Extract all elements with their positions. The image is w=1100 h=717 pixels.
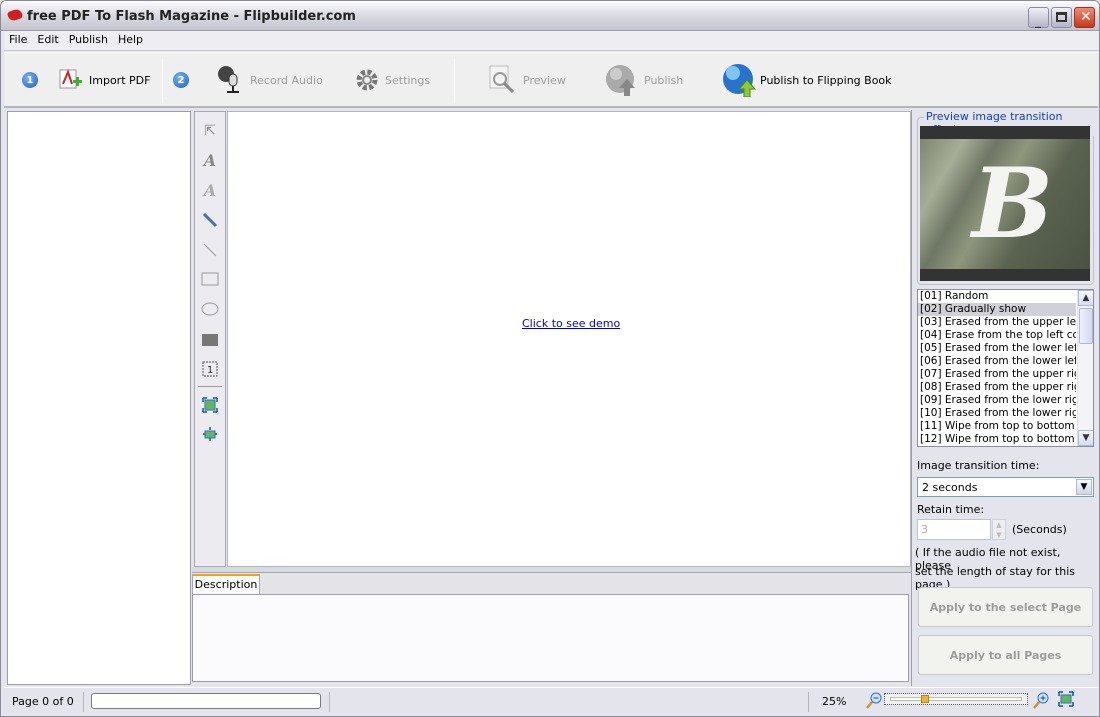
effect-list-item[interactable]: [02] Gradually show — [918, 303, 1076, 316]
zoom-out-icon[interactable] — [866, 691, 882, 709]
effect-list-item[interactable]: [12] Wipe from top to bottom an — [918, 433, 1076, 446]
app-window: free PDF To Flash Magazine - Flipbuilder… — [0, 0, 1100, 717]
minimize-button[interactable]: _ — [1028, 7, 1049, 28]
transition-time-label: Image transition time: — [917, 459, 1040, 472]
globe-upload-gray-icon — [606, 65, 635, 96]
scroll-thumb[interactable] — [1079, 308, 1093, 344]
preview-letter: B — [972, 147, 1054, 260]
main-area: ⇱ A A 1 Click to see demo Description Pr… — [4, 110, 1098, 686]
effect-list-item[interactable]: [08] Erased from the upper right — [918, 381, 1076, 394]
scroll-down-button[interactable]: ▼ — [1078, 430, 1093, 446]
effect-list-item[interactable]: [09] Erased from the lower right — [918, 394, 1076, 407]
menu-publish[interactable]: Publish — [64, 31, 113, 46]
transition-time-select[interactable]: 2 seconds ▼ — [917, 477, 1094, 497]
retain-time-spinner[interactable]: ▲ ▼ — [992, 519, 1006, 540]
tools-separator — [198, 386, 222, 387]
fit-page-icon[interactable] — [1058, 691, 1074, 709]
fit-image-icon[interactable] — [200, 395, 220, 415]
menu-help[interactable]: Help — [113, 31, 148, 46]
maximize-button[interactable] — [1051, 7, 1072, 28]
description-textarea[interactable] — [192, 594, 909, 682]
effect-list-item[interactable]: [07] Erased from the upper right — [918, 368, 1076, 381]
effect-list-item[interactable]: [05] Erased from the lower left c — [918, 342, 1076, 355]
retain-time-label: Retain time: — [917, 503, 985, 516]
progress-bar — [91, 693, 321, 709]
chevron-down-icon[interactable]: ▼ — [1076, 479, 1092, 495]
effect-list-item[interactable]: [03] Erased from the upper left c — [918, 316, 1076, 329]
drawing-tools-bar: ⇱ A A 1 — [194, 111, 226, 567]
transition-preview-image: B — [920, 126, 1090, 281]
menu-bar: File Edit Publish Help — [4, 31, 1098, 51]
description-area: Description — [192, 573, 911, 685]
menu-file[interactable]: File — [4, 31, 32, 46]
apply-all-pages-button[interactable]: Apply to all Pages — [918, 635, 1093, 675]
settings-button[interactable]: Settings — [355, 53, 430, 107]
filled-rectangle-tool-icon[interactable] — [200, 330, 220, 350]
tab-description[interactable]: Description — [192, 574, 260, 594]
rectangle-tool-icon[interactable] — [200, 269, 220, 289]
zoom-level: 25% — [822, 695, 847, 708]
toolbar-separator — [162, 59, 163, 103]
pen-tool-icon[interactable] — [200, 210, 220, 230]
page-number-tool-icon[interactable]: 1 — [200, 359, 220, 379]
retain-unit-label: (Seconds) — [1012, 523, 1067, 536]
publish-flipping-book-button[interactable]: Publish to Flipping Book — [722, 53, 892, 107]
step-2-badge: 2 — [173, 53, 189, 107]
window-title: free PDF To Flash Magazine - Flipbuilder… — [27, 9, 356, 24]
close-button[interactable]: ✕ — [1074, 7, 1095, 28]
effect-list-item[interactable]: [06] Erased from the lower left c — [918, 355, 1076, 368]
import-pdf-button[interactable]: Import PDF — [59, 53, 150, 107]
effects-scrollbar[interactable]: ▲ ▼ — [1077, 290, 1093, 446]
zoom-slider[interactable] — [884, 693, 1028, 705]
step-1-badge: 1 — [22, 53, 38, 107]
apply-select-page-button[interactable]: Apply to the select Page — [918, 587, 1093, 627]
demo-link[interactable]: Click to see demo — [522, 317, 620, 330]
svg-text:1: 1 — [207, 365, 213, 376]
scroll-up-button[interactable]: ▲ — [1078, 290, 1093, 306]
status-separator — [808, 692, 809, 712]
line-tool-icon[interactable] — [200, 240, 220, 260]
page-indicator: Page 0 of 0 — [8, 692, 84, 712]
preview-button[interactable]: Preview — [487, 53, 566, 107]
ellipse-tool-icon[interactable] — [200, 299, 220, 319]
effect-list-item[interactable]: [01] Random — [918, 290, 1076, 303]
page-thumbnails-panel[interactable] — [7, 111, 191, 685]
text-shadow-tool-icon[interactable]: A — [200, 180, 220, 200]
toolbar-separator — [454, 59, 455, 103]
menu-edit[interactable]: Edit — [32, 31, 63, 46]
pdf-add-icon — [59, 69, 82, 89]
effect-list-item[interactable]: [11] Wipe from top to bottom — [918, 420, 1076, 433]
effect-list-item[interactable]: [10] Erased from the lower right — [918, 407, 1076, 420]
retain-time-input[interactable]: 3 — [917, 519, 991, 540]
effect-list-item[interactable]: [04] Erase from the top left corn — [918, 329, 1076, 342]
zoom-slider-knob[interactable] — [921, 695, 929, 703]
zoom-in-icon[interactable] — [1033, 691, 1049, 709]
transition-effects-list[interactable]: [01] Random [02] Gradually show [03] Erase… — [917, 289, 1094, 447]
globe-upload-icon — [723, 64, 757, 97]
status-separator — [324, 692, 330, 712]
microphone-icon — [218, 66, 239, 93]
status-bar: Page 0 of 0 25% — [4, 687, 1098, 715]
gear-icon — [356, 69, 378, 91]
preview-magnifier-icon — [489, 65, 515, 94]
toolbar: 1 Import PDF 2 Record Audio Settings Pre… — [4, 52, 1098, 108]
record-audio-button[interactable]: Record Audio — [216, 53, 323, 107]
publish-button[interactable]: Publish — [604, 53, 683, 107]
select-arrow-icon[interactable]: ⇱ — [200, 121, 220, 141]
app-logo-icon — [6, 8, 24, 22]
resize-image-icon[interactable] — [200, 424, 220, 444]
text-tool-icon[interactable]: A — [200, 150, 220, 170]
page-canvas[interactable]: Click to see demo — [227, 111, 911, 567]
transition-panel: Preview image transition effects B [01] … — [911, 110, 1098, 686]
title-bar: free PDF To Flash Magazine - Flipbuilder… — [1, 1, 1099, 31]
